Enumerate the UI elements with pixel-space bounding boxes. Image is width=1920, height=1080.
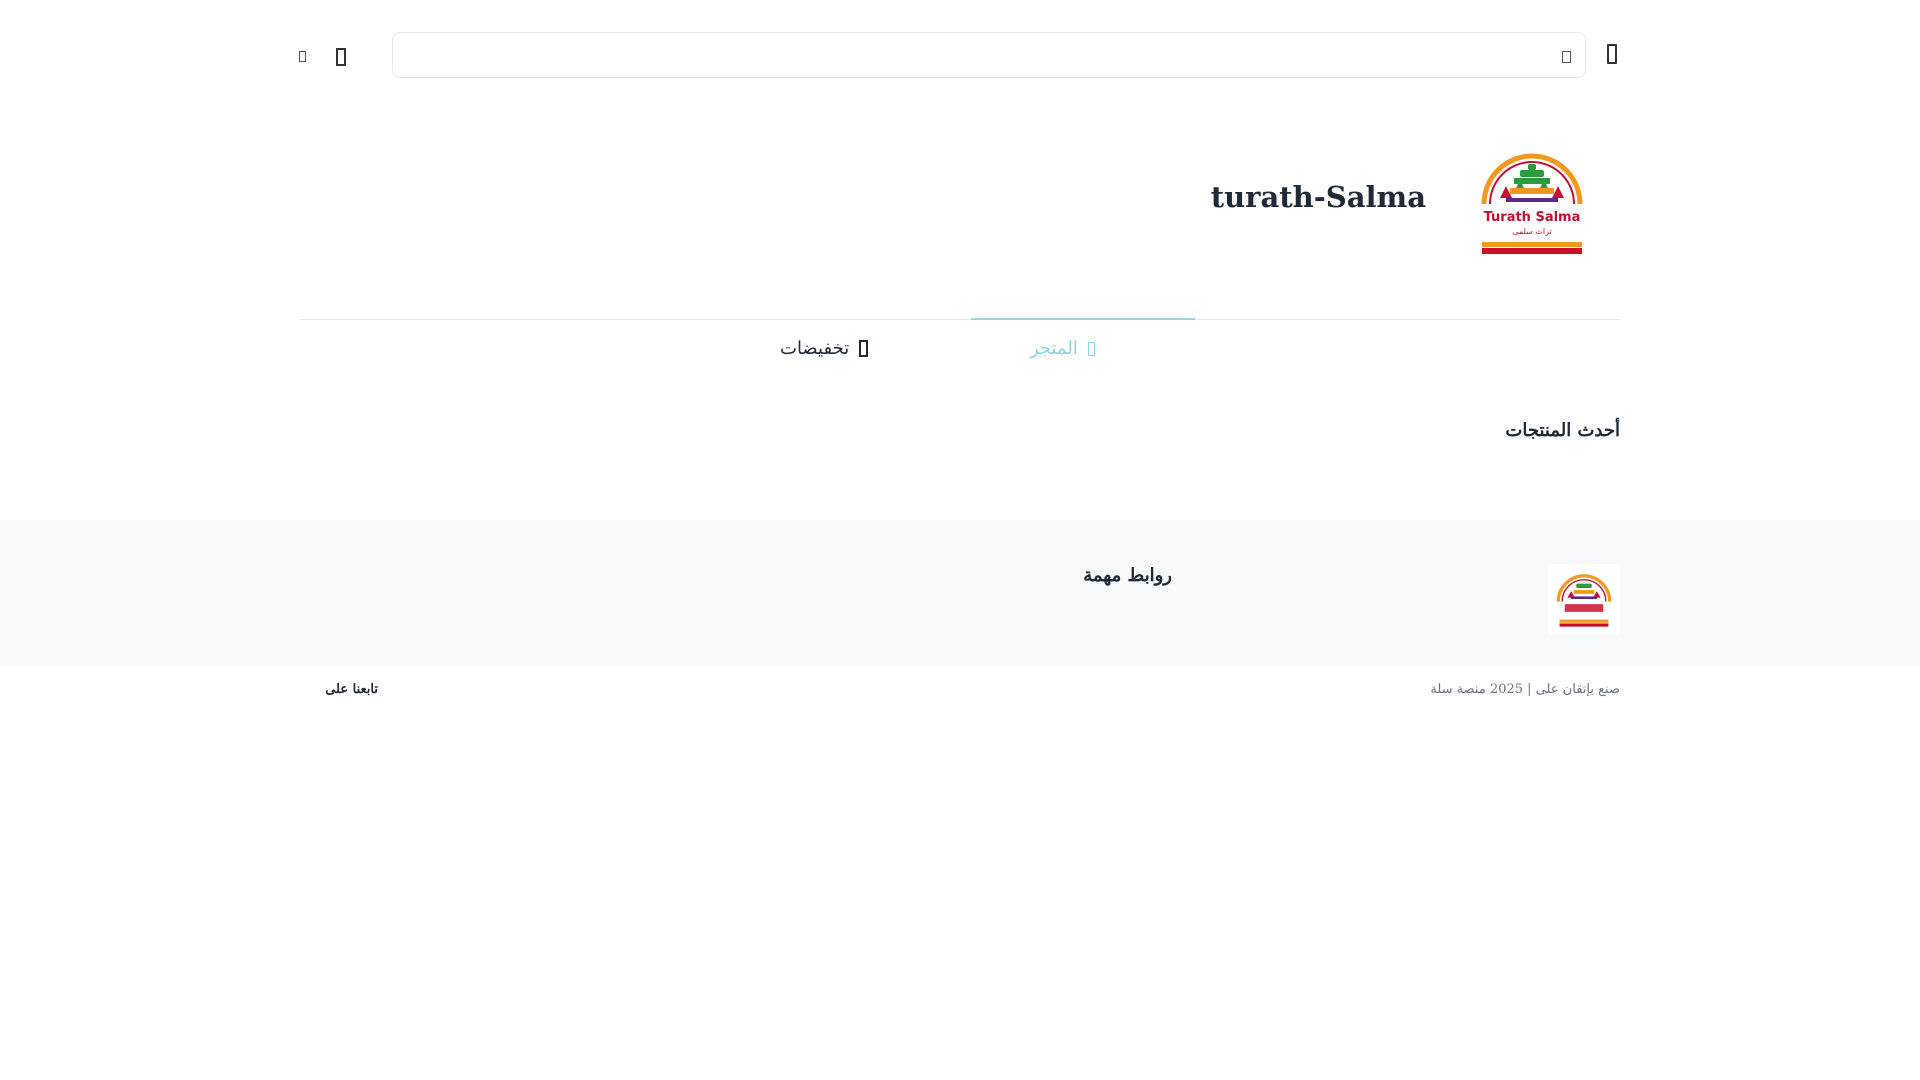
important-links-title: روابط مهمة xyxy=(1083,565,1172,586)
footer xyxy=(0,520,1920,665)
nav-item-store-label: المتجر xyxy=(1030,338,1078,359)
latest-products-title: أحدث المنتجات xyxy=(1505,420,1620,441)
copyright-text: صنع بإتقان على | 2025 منصة سلة xyxy=(1430,682,1620,697)
search-icon[interactable] xyxy=(1562,51,1571,63)
nav-divider xyxy=(300,319,1620,320)
footer-logo-graphic xyxy=(1556,574,1612,627)
store-title[interactable]: turath-Salma xyxy=(1200,180,1426,214)
logo-graphic: Turath Salma تراث سلمى xyxy=(1481,153,1583,254)
store-icon xyxy=(1087,341,1095,356)
logo-text-en: Turath Salma xyxy=(1484,210,1581,225)
menu-icon[interactable] xyxy=(1607,44,1623,68)
logo-text-ar: تراث سلمى xyxy=(1512,227,1552,236)
footer-logo[interactable] xyxy=(1548,564,1620,634)
nav-item-sales-label: تخفيضات xyxy=(780,338,850,359)
search-box[interactable] xyxy=(392,32,1586,79)
user-icon[interactable] xyxy=(299,51,306,62)
cart-icon[interactable] xyxy=(336,48,346,66)
nav-item-sales[interactable]: تخفيضات xyxy=(780,338,892,359)
nav-item-store[interactable]: المتجر xyxy=(1030,338,1160,359)
store-logo[interactable]: Turath Salma تراث سلمى xyxy=(1476,148,1588,256)
nav-active-indicator xyxy=(971,318,1195,320)
follow-us-label: تابعنا على xyxy=(325,682,378,697)
discount-icon xyxy=(859,340,869,357)
search-input[interactable] xyxy=(409,33,1543,79)
